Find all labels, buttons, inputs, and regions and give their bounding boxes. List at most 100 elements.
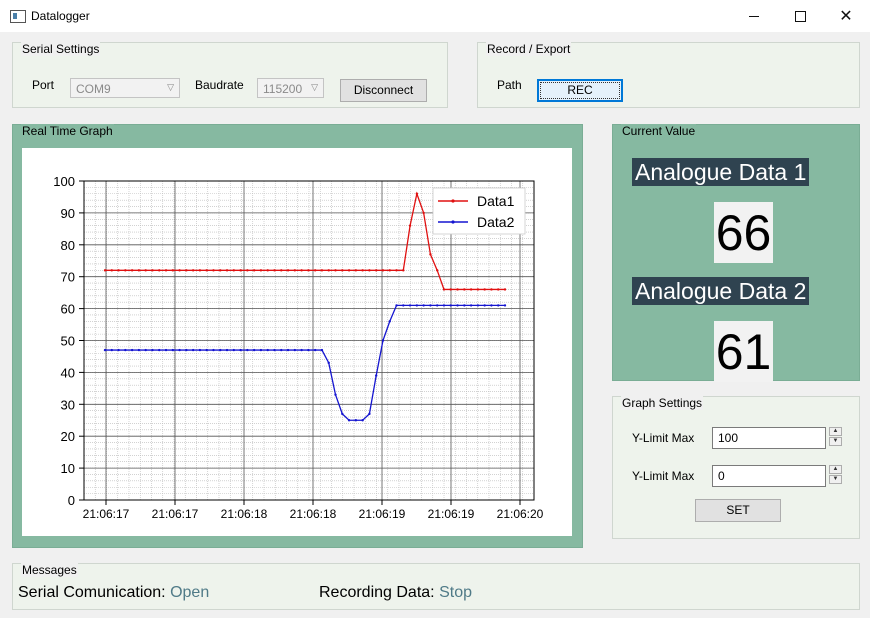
- data-point: [422, 211, 425, 215]
- data-point: [476, 304, 480, 307]
- data-point: [137, 348, 141, 352]
- real-time-graph-label: Real Time Graph: [21, 124, 114, 138]
- maximize-icon: [794, 10, 806, 22]
- data-point: [171, 348, 174, 352]
- record-export-group: Record / Export Path REC: [477, 42, 860, 108]
- maximize-button[interactable]: [777, 0, 823, 32]
- data-point: [436, 269, 439, 272]
- data-point: [354, 269, 358, 272]
- data-point: [117, 269, 120, 272]
- record-export-label: Record / Export: [486, 42, 572, 56]
- data-point: [164, 348, 168, 352]
- path-label: Path: [497, 78, 522, 92]
- data-point: [307, 269, 310, 272]
- data-point: [347, 269, 351, 272]
- data-point: [232, 348, 236, 352]
- legend-marker: [451, 220, 455, 224]
- y-min-spin-up-icon[interactable]: ▲: [829, 465, 842, 474]
- y-min-spin-down-icon[interactable]: ▼: [829, 475, 842, 484]
- data-point: [395, 269, 398, 272]
- x-tick-label: 21:06:19: [428, 507, 475, 521]
- data-point: [320, 348, 324, 352]
- data-point: [280, 348, 283, 352]
- data-point: [246, 348, 249, 352]
- port-select[interactable]: COM9 ▽: [70, 78, 180, 98]
- port-label: Port: [32, 78, 55, 92]
- close-button[interactable]: ✕: [823, 0, 869, 32]
- messages-label: Messages: [21, 563, 78, 577]
- data-point: [469, 288, 473, 291]
- data-point: [232, 269, 236, 272]
- data-point: [341, 412, 344, 416]
- analogue-data-2-value: 61: [714, 321, 773, 382]
- y-limit-min-input[interactable]: 0: [712, 465, 826, 487]
- data-point: [198, 348, 202, 352]
- y-max-spin-down-icon[interactable]: ▼: [829, 437, 842, 446]
- data-point: [300, 269, 303, 272]
- window-title: Datalogger: [31, 9, 90, 23]
- data-point: [205, 269, 208, 272]
- data-point: [110, 269, 113, 272]
- data-point: [239, 348, 242, 352]
- data-point: [374, 269, 378, 272]
- data-point: [395, 304, 398, 307]
- y-tick-label: 90: [61, 206, 75, 221]
- x-tick-label: 21:06:18: [221, 507, 268, 521]
- disconnect-button[interactable]: Disconnect: [340, 79, 427, 102]
- data-point: [130, 269, 134, 272]
- graph-settings-label: Graph Settings: [621, 396, 704, 410]
- data-point: [361, 269, 364, 272]
- baudrate-select[interactable]: 115200 ▽: [257, 78, 324, 98]
- data-point: [313, 348, 317, 352]
- data-point: [422, 304, 425, 307]
- y-limit-max-input[interactable]: 100: [712, 427, 826, 449]
- data-point: [286, 269, 290, 272]
- data-point: [497, 288, 500, 291]
- data-point: [408, 224, 412, 227]
- data-point: [130, 348, 134, 352]
- data-point: [327, 269, 330, 272]
- y-max-spin-up-icon[interactable]: ▲: [829, 427, 842, 436]
- data-point: [144, 348, 147, 352]
- data-point: [219, 269, 222, 272]
- data-point: [266, 269, 269, 272]
- minimize-button[interactable]: [731, 0, 777, 32]
- rec-button[interactable]: REC: [537, 79, 623, 102]
- data-point: [415, 304, 419, 307]
- data-point: [158, 269, 161, 272]
- port-value: COM9: [76, 82, 111, 96]
- data-point: [259, 348, 263, 352]
- data-point: [252, 348, 256, 352]
- data-point: [103, 348, 107, 352]
- data-point: [381, 339, 385, 342]
- data-point: [164, 269, 168, 272]
- data-point: [368, 269, 371, 272]
- data-point: [225, 269, 229, 272]
- data-point: [286, 348, 290, 352]
- data-point: [490, 288, 493, 291]
- real-time-chart: 0 10 20 30 40 50 60 70 80 90 100 21:06:17 21:06:17 21…: [53, 174, 543, 521]
- recording-data-value: Stop: [439, 584, 472, 601]
- legend-entry: Data2: [477, 214, 515, 230]
- data-point: [402, 269, 405, 272]
- recording-data-status: Recording Data: Stop: [319, 584, 472, 602]
- data-point: [219, 348, 222, 352]
- data-point: [124, 348, 127, 352]
- x-tick-label: 21:06:18: [290, 507, 337, 521]
- close-icon: ✕: [839, 8, 853, 25]
- y-tick-label: 70: [61, 270, 75, 285]
- data-point: [436, 304, 439, 307]
- data-point: [110, 348, 113, 352]
- data-point: [442, 304, 446, 307]
- data-point: [300, 348, 303, 352]
- set-button[interactable]: SET: [695, 499, 781, 522]
- y-tick-label: 10: [61, 461, 75, 476]
- data-point: [273, 269, 276, 272]
- data-point: [239, 269, 242, 272]
- y-limit-max-label: Y-Limit Max: [632, 431, 695, 445]
- y-tick-label: 60: [61, 302, 75, 317]
- analogue-data-1-label: Analogue Data 1: [632, 158, 810, 186]
- data-point: [429, 253, 432, 256]
- legend-entry: Data1: [477, 193, 515, 209]
- x-tick-label: 21:06:17: [152, 507, 199, 521]
